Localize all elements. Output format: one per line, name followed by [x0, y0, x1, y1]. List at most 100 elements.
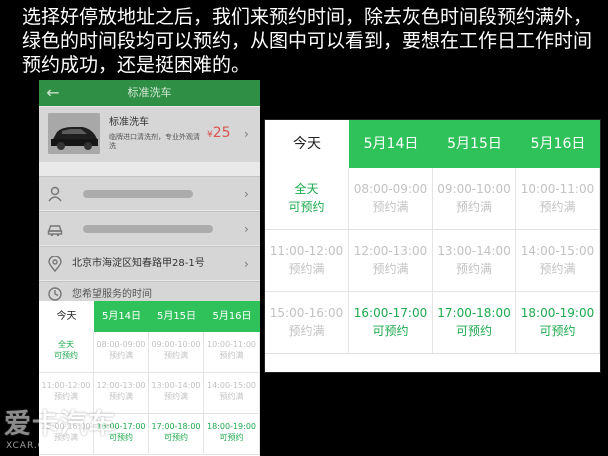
slot-time: 12:00-13:00: [353, 244, 428, 258]
watermark-logo: 爱卡汽车: [4, 409, 116, 440]
address-row[interactable]: 北京市海淀区知春路甲28-1号 ›: [39, 246, 260, 280]
slot-status: 预约满: [219, 392, 244, 401]
slot-time: 12:00-13:00: [96, 381, 146, 390]
time-slot: 14:00-15:00 预约满: [516, 230, 600, 292]
time-slot: 15:00-16:00 预约满: [265, 292, 349, 354]
slot-time: 08:00-09:00: [96, 340, 146, 349]
slot-time: 全天: [294, 182, 319, 196]
slot-time: 09:00-10:00: [437, 182, 511, 196]
phone-screenshot: ← 标准洗车 标准洗车 临牌进口清洗剂，专业外观清洗 ¥25 › › › 北京市…: [39, 80, 260, 456]
address-text: 北京市海淀区知春路甲28-1号: [72, 258, 205, 269]
tab-date[interactable]: 5月14日: [94, 301, 149, 332]
slot-time: 11:00-12:00: [41, 381, 91, 390]
time-slot: 11:00-12:00 预约满: [265, 230, 349, 292]
time-slot: 13:00-14:00 预约满: [149, 373, 204, 414]
slot-status: 可预约: [54, 351, 78, 360]
slot-status: 预约满: [539, 200, 576, 214]
slot-time: 08:00-09:00: [353, 182, 428, 196]
slot-status: 预约满: [288, 262, 325, 276]
slot-time: 16:00-17:00: [353, 306, 428, 320]
time-slot[interactable]: 18:00-19:00 可预约: [516, 292, 600, 354]
tab-date[interactable]: 5月15日: [149, 301, 204, 332]
page-title: 标准洗车: [127, 86, 172, 99]
chevron-right-icon: ›: [244, 257, 249, 271]
car-image: [48, 113, 100, 154]
slot-time: 17:00-18:00: [437, 306, 511, 320]
slot-status: 可预约: [539, 324, 576, 338]
car-icon: [47, 225, 63, 237]
service-price: ¥25: [207, 125, 231, 143]
service-time-placeholder: 您希望服务的时间: [72, 289, 152, 300]
service-card[interactable]: 标准洗车 临牌进口清洗剂，专业外观清洗 ¥25 ›: [39, 107, 260, 162]
slot-status: 可预约: [455, 324, 492, 338]
time-slot[interactable]: 全天 可预约: [265, 168, 349, 230]
tab-date[interactable]: 5月14日: [349, 120, 433, 168]
user-info-row[interactable]: ›: [39, 176, 260, 210]
location-pin-icon: [48, 256, 62, 272]
chevron-right-icon: ›: [244, 127, 249, 141]
chevron-right-icon: ›: [244, 222, 249, 236]
time-slot: 13:00-14:00 预约满: [433, 230, 516, 292]
time-slot[interactable]: 16:00-17:00 可预约: [349, 292, 433, 354]
slot-status: 预约满: [288, 324, 325, 338]
slot-time: 10:00-11:00: [207, 340, 256, 349]
slot-status: 预约满: [455, 200, 492, 214]
price-value: 25: [212, 125, 231, 141]
slot-status: 预约满: [372, 262, 409, 276]
slot-status: 预约满: [539, 262, 576, 276]
slot-time: 11:00-12:00: [269, 244, 344, 258]
slot-status: 预约满: [372, 200, 409, 214]
watermark: 爱卡汽车 XCAR.COM.CN: [4, 410, 124, 454]
slot-status: 预约满: [54, 392, 78, 401]
slot-time: 13:00-14:00: [151, 381, 201, 390]
tab-today[interactable]: 今天: [265, 120, 349, 168]
caption-line: 预约成功，还是挺困难的。: [22, 54, 251, 76]
clock-icon: [48, 287, 62, 301]
slot-time: 14:00-15:00: [207, 381, 256, 390]
slot-status: 可预约: [219, 433, 244, 442]
time-slot: 10:00-11:00 预约满: [204, 332, 260, 373]
slot-status: 可预约: [288, 200, 325, 214]
time-slot: 12:00-13:00 预约满: [94, 373, 149, 414]
slot-status: 可预约: [164, 433, 188, 442]
tab-date[interactable]: 5月15日: [433, 120, 516, 168]
slot-time: 13:00-14:00: [437, 244, 511, 258]
slot-status: 预约满: [109, 351, 133, 360]
caption-line: 选择好停放地址之后，我们来预约时间，除去灰色时间段预约满外，: [22, 6, 593, 28]
app-header: ← 标准洗车: [39, 80, 260, 106]
time-slot[interactable]: 17:00-18:00 可预约: [433, 292, 516, 354]
time-slot: 08:00-09:00 预约满: [94, 332, 149, 373]
time-slot: 10:00-11:00 预约满: [516, 168, 600, 230]
slot-time: 18:00-19:00: [207, 422, 256, 431]
tab-today[interactable]: 今天: [39, 301, 94, 332]
blurred-user-info: [83, 190, 193, 198]
time-slot: 08:00-09:00 预约满: [349, 168, 433, 230]
car-info-row[interactable]: ›: [39, 211, 260, 245]
user-icon: [48, 186, 62, 202]
zoomed-time-slot-grid: 今天 5月14日 5月15日 5月16日 全天可预约 08:00-09:00 预约…: [264, 119, 601, 373]
slot-status: 预约满: [164, 351, 188, 360]
time-slot: 09:00-10:00 预约满: [149, 332, 204, 373]
slot-time: 17:00-18:00: [151, 422, 201, 431]
slot-time: 14:00-15:00: [520, 244, 595, 258]
tab-date[interactable]: 5月16日: [204, 301, 260, 332]
slot-time: 18:00-19:00: [520, 306, 595, 320]
chevron-right-icon: ›: [244, 187, 249, 201]
slot-time: 15:00-16:00: [269, 306, 344, 320]
watermark-url: XCAR.COM.CN: [6, 441, 81, 451]
time-slot[interactable]: 17:00-18:00 可预约: [149, 414, 204, 455]
slot-time: 全天: [58, 340, 74, 349]
slot-status: 预约满: [219, 351, 244, 360]
tab-date[interactable]: 5月16日: [516, 120, 600, 168]
blurred-car-info: [83, 225, 213, 233]
slot-status: 可预约: [372, 324, 409, 338]
slot-status: 预约满: [164, 392, 188, 401]
time-slot[interactable]: 18:00-19:00 可预约: [204, 414, 260, 455]
slot-status: 预约满: [109, 392, 133, 401]
time-slot: 14:00-15:00 预约满: [204, 373, 260, 414]
time-slot: 12:00-13:00 预约满: [349, 230, 433, 292]
time-slot[interactable]: 全天 可预约: [39, 332, 94, 373]
service-name: 标准洗车: [109, 117, 149, 128]
slot-time: 10:00-11:00: [520, 182, 595, 196]
slot-time: 09:00-10:00: [151, 340, 201, 349]
